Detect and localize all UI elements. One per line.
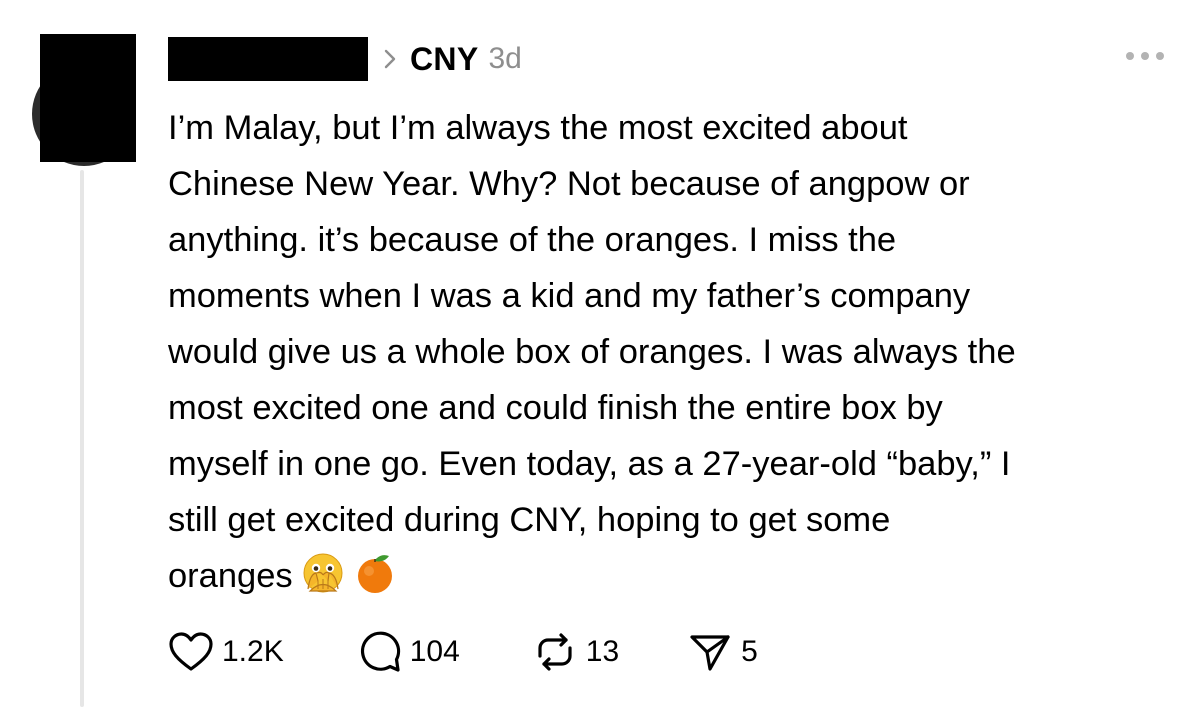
post-line: most excited one and could finish the en… — [168, 389, 943, 427]
reply-count: 104 — [409, 635, 460, 668]
post-header: CNY 3d — [168, 36, 522, 82]
more-dots-icon — [1126, 52, 1134, 60]
post-line: Chinese New Year. Why? Not because of an… — [168, 165, 970, 203]
repost-arrows-icon — [532, 630, 578, 674]
post-line: moments when I was a kid and my father’s… — [168, 277, 971, 315]
heart-icon — [168, 630, 214, 674]
post-line: anything. it’s because of the oranges. I… — [168, 221, 897, 259]
post-actions: 1.2K 104 13 5 — [168, 628, 758, 676]
like-count: 1.2K — [222, 635, 284, 668]
post-line: myself in one go. Even today, as a 27-ye… — [168, 445, 1011, 483]
share-button[interactable]: 5 — [687, 630, 758, 674]
tangerine-icon — [353, 551, 397, 612]
username-redacted[interactable] — [168, 37, 368, 81]
thread-line — [80, 170, 84, 707]
post-line-last: oranges — [168, 557, 293, 595]
post-time: 3d — [488, 42, 522, 75]
reply-button[interactable]: 104 — [358, 630, 460, 674]
post-line: would give us a whole box of oranges. I … — [168, 333, 1016, 371]
repost-button[interactable]: 13 — [532, 630, 619, 674]
face-with-open-eyes-and-hand-over-mouth-icon — [301, 551, 345, 612]
more-dot — [1156, 52, 1164, 60]
post-line: still get excited during CNY, hoping to … — [168, 501, 891, 539]
more-dot — [1141, 52, 1149, 60]
chevron-right-icon — [384, 48, 396, 70]
more-options-button[interactable] — [1126, 46, 1164, 66]
repost-count: 13 — [585, 635, 620, 668]
speech-bubble-icon — [358, 630, 402, 674]
send-arrow-icon — [687, 630, 733, 674]
avatar-redaction — [40, 34, 136, 162]
avatar[interactable] — [32, 34, 136, 166]
topic-tag[interactable]: CNY — [410, 41, 478, 78]
share-count: 5 — [741, 635, 758, 668]
post-body: I’m Malay, but I’m always the most excit… — [168, 100, 1178, 612]
post-line: I’m Malay, but I’m always the most excit… — [168, 109, 908, 147]
like-button[interactable]: 1.2K — [168, 630, 284, 674]
